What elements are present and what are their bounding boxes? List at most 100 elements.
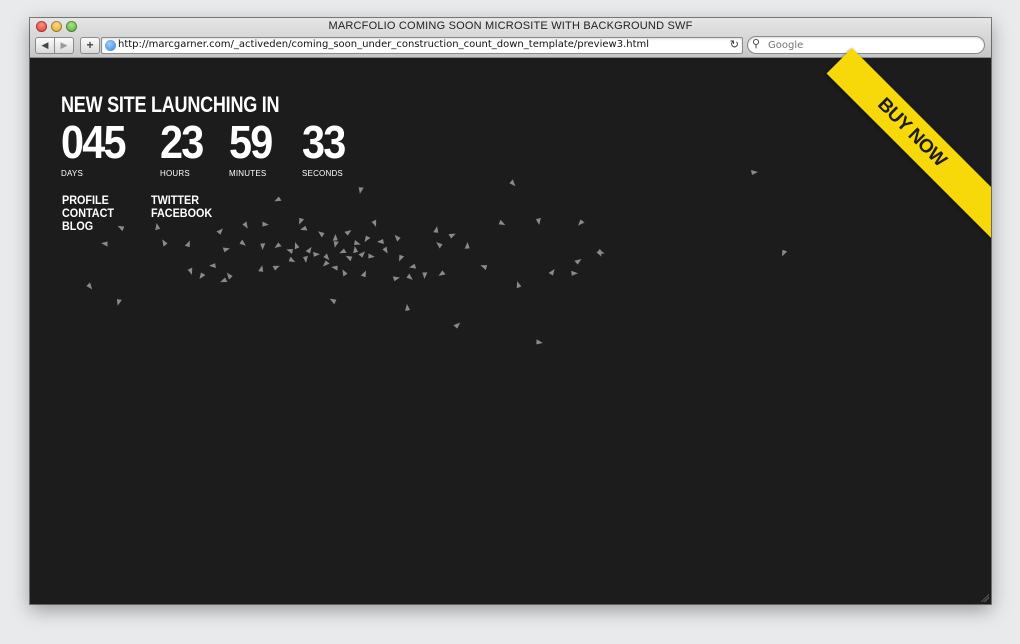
globe-icon xyxy=(105,40,116,51)
particle-shape xyxy=(184,240,190,248)
particle-shape xyxy=(286,249,294,255)
resize-grip[interactable] xyxy=(981,594,989,602)
particle-shape xyxy=(577,219,585,226)
particle-shape xyxy=(333,241,339,248)
particle-shape xyxy=(216,228,223,235)
particle-shape xyxy=(406,273,413,280)
particle-shape xyxy=(209,263,216,269)
particle-shape xyxy=(368,253,375,259)
url-text[interactable]: http://marcgarner.com/_activeden/coming_… xyxy=(118,39,649,50)
particle-shape xyxy=(187,267,193,275)
countdown-days: 045 DAYS xyxy=(61,116,132,178)
particle-shape xyxy=(751,170,758,175)
forward-button[interactable]: ▶ xyxy=(54,37,74,54)
particle-shape xyxy=(274,242,282,248)
back-button[interactable]: ◀ xyxy=(35,37,55,54)
particle-shape xyxy=(377,239,384,245)
particle-shape xyxy=(535,217,541,225)
particle-shape xyxy=(332,234,338,241)
browser-window: MARCFOLIO COMING SOON MICROSITE WITH BAC… xyxy=(30,18,991,604)
particle-shape xyxy=(548,268,555,276)
particle-shape xyxy=(305,246,312,254)
particle-shape xyxy=(220,277,228,283)
nav-links-left: PROFILE CONTACT BLOG xyxy=(62,194,120,233)
particle-shape xyxy=(571,270,578,276)
particle-shape xyxy=(294,242,300,250)
particle-shape xyxy=(288,256,296,263)
particle-shape xyxy=(464,242,470,249)
countdown-minutes: 59 MINUTES xyxy=(229,116,276,178)
particle-shape xyxy=(318,231,325,238)
particle-shape xyxy=(258,265,264,272)
reload-icon[interactable]: ↻ xyxy=(730,38,739,51)
particle-shape xyxy=(242,221,248,229)
particle-shape xyxy=(422,272,428,279)
particle-shape xyxy=(162,239,168,247)
add-bookmark-button[interactable]: + xyxy=(80,37,100,54)
particle-shape xyxy=(453,322,461,329)
countdown-hours: 23 HOURS xyxy=(160,116,207,178)
days-value: 045 xyxy=(61,116,126,168)
minutes-value: 59 xyxy=(229,116,273,168)
particle-shape xyxy=(498,219,506,226)
particle-shape xyxy=(239,239,246,246)
particle-shape xyxy=(155,223,161,231)
particle-shape xyxy=(300,225,308,231)
particle-shape xyxy=(101,241,108,247)
plus-icon: + xyxy=(86,38,94,52)
seconds-value: 33 xyxy=(302,116,346,168)
search-icon[interactable]: ⚲ xyxy=(752,37,760,50)
hours-label: HOURS xyxy=(160,169,190,178)
particle-shape xyxy=(116,299,122,306)
particle-shape xyxy=(574,259,582,265)
particle-shape xyxy=(781,249,788,257)
search-bar[interactable]: ⚲ xyxy=(747,36,985,54)
particle-shape xyxy=(339,248,347,254)
days-label: DAYS xyxy=(61,169,83,178)
search-input[interactable] xyxy=(768,37,968,53)
particle-shape xyxy=(399,254,405,262)
particle-shape xyxy=(364,235,371,243)
particle-shape xyxy=(274,196,282,202)
address-bar[interactable]: http://marcgarner.com/_activeden/coming_… xyxy=(101,37,743,54)
particle-shape xyxy=(436,242,443,249)
particle-shape xyxy=(353,246,359,254)
particle-shape xyxy=(302,255,308,263)
page-content: NEW SITE LAUNCHING IN 045 DAYS 23 HOURS … xyxy=(30,48,991,604)
particle-shape xyxy=(394,234,401,242)
particle-shape xyxy=(433,226,439,233)
particle-shape xyxy=(509,179,516,187)
particle-shape xyxy=(222,247,230,253)
particle-shape xyxy=(262,221,269,227)
particle-shape xyxy=(329,298,337,305)
particle-shape xyxy=(86,282,93,290)
particle-shape xyxy=(409,263,417,269)
nav-link-blog[interactable]: BLOG xyxy=(62,220,114,233)
particle-shape xyxy=(392,276,400,282)
particle-shape xyxy=(448,233,456,239)
particle-shape xyxy=(323,253,330,261)
particle-shape xyxy=(331,265,338,271)
particle-shape xyxy=(345,255,353,262)
particle-shape xyxy=(371,219,377,227)
page-headline: NEW SITE LAUNCHING IN xyxy=(61,92,280,117)
back-arrow-icon: ◀ xyxy=(41,40,49,50)
particle-shape xyxy=(342,269,348,277)
forward-arrow-icon: ▶ xyxy=(60,40,68,50)
particle-shape xyxy=(272,265,280,271)
particle-shape xyxy=(516,281,522,289)
particle-shape xyxy=(358,251,366,258)
particle-shape xyxy=(358,187,364,194)
particle-shape xyxy=(260,243,266,250)
particle-shape xyxy=(438,270,446,276)
nav-links-right: TWITTER FACEBOOK xyxy=(151,194,219,220)
hours-value: 23 xyxy=(160,116,204,168)
particle-shape xyxy=(299,217,305,225)
particle-shape xyxy=(354,240,361,246)
nav-link-facebook[interactable]: FACEBOOK xyxy=(151,207,212,220)
countdown-seconds: 33 SECONDS xyxy=(302,116,349,178)
particle-shape xyxy=(360,270,366,278)
particle-shape xyxy=(199,272,206,280)
window-title: MARCFOLIO COMING SOON MICROSITE WITH BAC… xyxy=(328,20,693,32)
particle-shape xyxy=(344,229,352,236)
